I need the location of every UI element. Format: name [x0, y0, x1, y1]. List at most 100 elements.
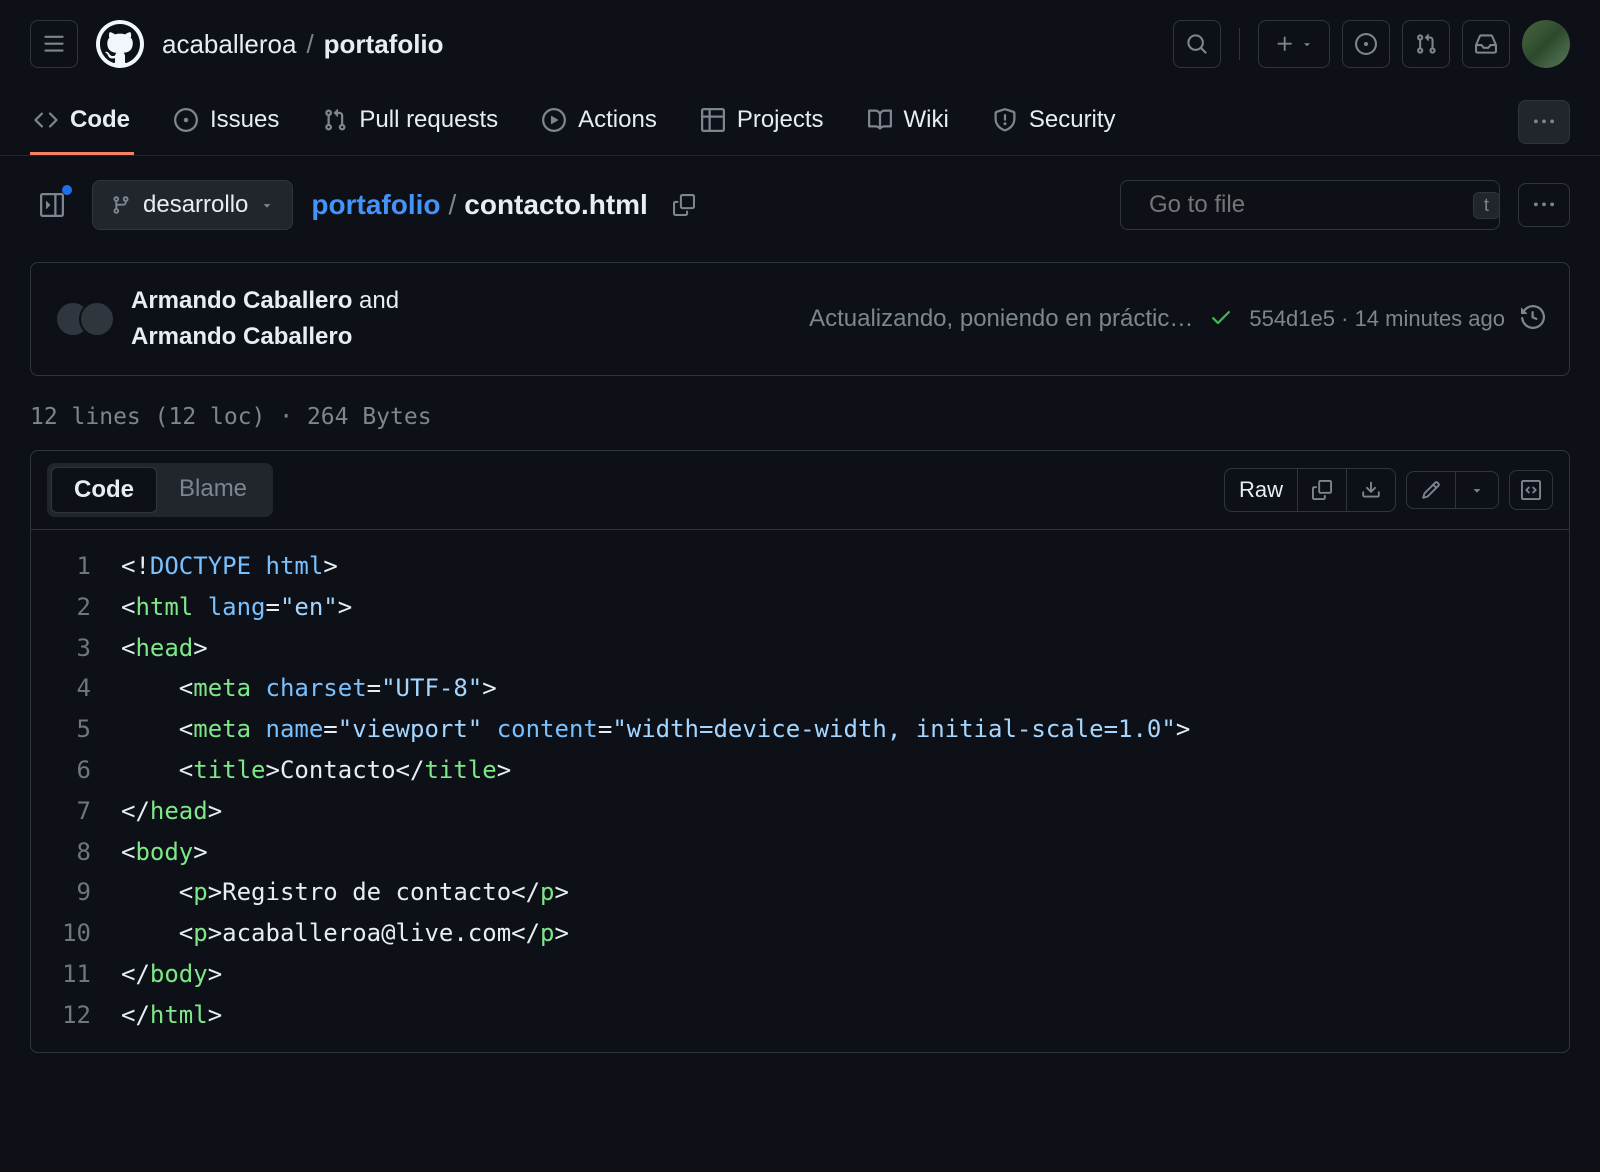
edit-dropdown-button[interactable]	[1456, 472, 1498, 508]
tab-pull-requests[interactable]: Pull requests	[319, 88, 502, 155]
tab-security[interactable]: Security	[989, 88, 1120, 155]
code-line[interactable]: 9 <p>Registro de contacto</p>	[31, 872, 1569, 913]
history-button[interactable]	[1521, 305, 1545, 334]
pull-request-icon	[1415, 33, 1437, 55]
file-search-input[interactable]	[1149, 191, 1459, 219]
issues-button[interactable]	[1342, 20, 1390, 68]
branch-icon	[111, 195, 131, 215]
copy-path-button[interactable]	[666, 187, 702, 223]
code-line[interactable]: 10 <p>acaballeroa@live.com</p>	[31, 913, 1569, 954]
divider	[1239, 28, 1240, 60]
view-code-button[interactable]: Code	[51, 467, 157, 513]
line-content: <meta name="viewport" content="width=dev…	[121, 709, 1569, 750]
file-tree-toggle[interactable]	[30, 183, 74, 227]
line-content: <p>Registro de contacto</p>	[121, 872, 1569, 913]
code-line[interactable]: 7</head>	[31, 791, 1569, 832]
user-avatar[interactable]	[1522, 20, 1570, 68]
repo-link[interactable]: portafolio	[324, 29, 444, 60]
author-name[interactable]: Armando Caballero	[131, 287, 352, 314]
line-content: </html>	[121, 995, 1569, 1036]
file-search[interactable]: t	[1120, 180, 1500, 230]
commit-sha[interactable]: 554d1e5	[1249, 306, 1335, 331]
code-container: Code Blame Raw	[30, 450, 1570, 1053]
tab-wiki-label: Wiki	[904, 106, 949, 134]
table-icon	[701, 108, 725, 132]
tab-issues-label: Issues	[210, 106, 279, 134]
pencil-icon	[1421, 480, 1441, 500]
code-line[interactable]: 6 <title>Contacto</title>	[31, 750, 1569, 791]
search-button[interactable]	[1173, 20, 1221, 68]
raw-button[interactable]: Raw	[1225, 469, 1298, 511]
line-content: </head>	[121, 791, 1569, 832]
menu-button[interactable]	[30, 20, 78, 68]
tab-issues[interactable]: Issues	[170, 88, 283, 155]
code-line[interactable]: 2<html lang="en">	[31, 587, 1569, 628]
view-toggle: Code Blame	[47, 463, 273, 517]
copy-button[interactable]	[1298, 469, 1347, 511]
line-number: 7	[31, 791, 121, 832]
commit-status[interactable]	[1209, 305, 1233, 334]
tab-projects-label: Projects	[737, 106, 824, 134]
breadcrumb: acaballeroa / portafolio	[162, 29, 444, 60]
issues-icon	[174, 108, 198, 132]
view-blame-button[interactable]: Blame	[157, 467, 269, 513]
file-name: contacto.html	[464, 189, 648, 221]
notifications-button[interactable]	[1462, 20, 1510, 68]
symbols-button[interactable]	[1509, 470, 1553, 510]
hamburger-icon	[43, 33, 65, 55]
line-content: <!DOCTYPE html>	[121, 546, 1569, 587]
pull-request-icon	[323, 108, 347, 132]
code-line[interactable]: 4 <meta charset="UTF-8">	[31, 668, 1569, 709]
tab-projects[interactable]: Projects	[697, 88, 828, 155]
commit-authors: Armando Caballero and Armando Caballero	[131, 283, 399, 355]
line-number: 3	[31, 628, 121, 669]
tab-actions-label: Actions	[578, 106, 657, 134]
chevron-down-icon	[260, 198, 274, 212]
code-line[interactable]: 11</body>	[31, 954, 1569, 995]
issue-icon	[1355, 33, 1377, 55]
repo-name-link[interactable]: portafolio	[311, 189, 440, 221]
tab-wiki[interactable]: Wiki	[864, 88, 953, 155]
book-icon	[868, 108, 892, 132]
commit-info: Armando Caballero and Armando Caballero …	[30, 262, 1570, 376]
commit-avatars	[55, 301, 115, 337]
line-number: 6	[31, 750, 121, 791]
line-content: <meta charset="UTF-8">	[121, 668, 1569, 709]
file-more-button[interactable]	[1518, 183, 1570, 227]
line-content: <p>acaballeroa@live.com</p>	[121, 913, 1569, 954]
copy-icon	[1312, 480, 1332, 500]
code-line[interactable]: 5 <meta name="viewport" content="width=d…	[31, 709, 1569, 750]
code-line[interactable]: 12</html>	[31, 995, 1569, 1036]
author-name[interactable]: Armando Caballero	[131, 323, 352, 350]
code-line[interactable]: 8<body>	[31, 832, 1569, 873]
commit-dot: ·	[1335, 306, 1355, 331]
tab-security-label: Security	[1029, 106, 1116, 134]
kebab-icon	[1534, 112, 1554, 132]
tab-code[interactable]: Code	[30, 88, 134, 155]
line-content: <head>	[121, 628, 1569, 669]
owner-link[interactable]: acaballeroa	[162, 29, 296, 60]
commit-message[interactable]: Actualizando, poniendo en práctic…	[809, 305, 1193, 333]
more-tabs-button[interactable]	[1518, 100, 1570, 144]
chevron-down-icon	[1301, 38, 1313, 50]
download-button[interactable]	[1347, 469, 1395, 511]
code-line[interactable]: 3<head>	[31, 628, 1569, 669]
branch-selector[interactable]: desarrollo	[92, 180, 293, 230]
check-icon	[1209, 305, 1233, 329]
line-number: 10	[31, 913, 121, 954]
line-content: <body>	[121, 832, 1569, 873]
create-button[interactable]	[1258, 20, 1330, 68]
chevron-down-icon	[1470, 483, 1484, 497]
github-logo[interactable]	[96, 20, 144, 68]
code-line[interactable]: 1<!DOCTYPE html>	[31, 546, 1569, 587]
tab-actions[interactable]: Actions	[538, 88, 661, 155]
play-icon	[542, 108, 566, 132]
breadcrumb-separator: /	[306, 29, 313, 60]
path-separator: /	[448, 189, 456, 221]
author-avatar[interactable]	[79, 301, 115, 337]
kebab-icon	[1534, 195, 1554, 215]
line-number: 12	[31, 995, 121, 1036]
edit-button[interactable]	[1407, 472, 1456, 508]
pull-requests-button[interactable]	[1402, 20, 1450, 68]
line-content: </body>	[121, 954, 1569, 995]
